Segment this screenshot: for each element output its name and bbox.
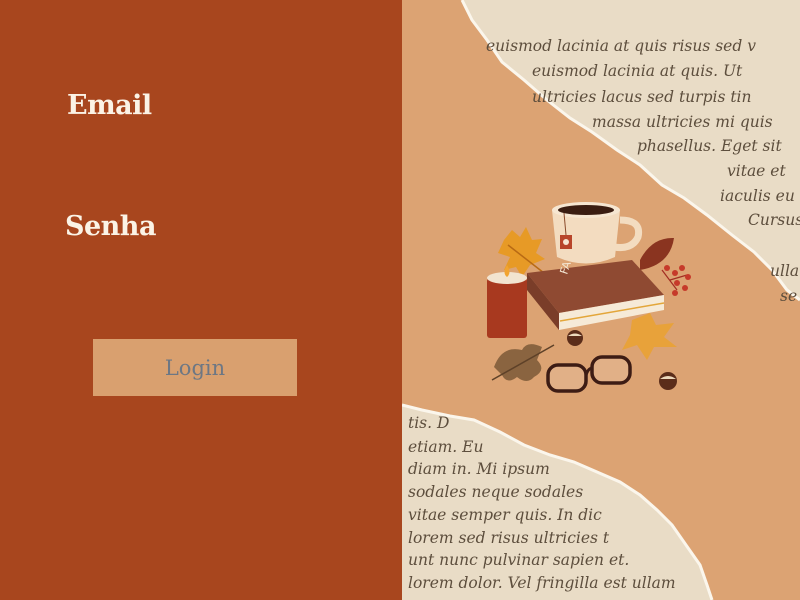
collage-text-line: lorem sed risus ultricies t: [408, 529, 610, 547]
login-button[interactable]: Login: [93, 339, 297, 396]
collage-text-line: phasellus. Eget sit: [637, 137, 782, 155]
email-label: Email: [67, 90, 152, 121]
candle-icon: [487, 265, 527, 338]
collage-text-line: iaculis eu: [720, 187, 795, 205]
collage-text-line: lorem dolor. Vel fringilla est ullam: [408, 574, 676, 592]
autumn-leaf-icon: [491, 344, 555, 381]
collage-text-line: vitae semper quis. In dic: [408, 506, 602, 524]
collage-text-line: unt nunc pulvinar sapien et.: [408, 551, 630, 569]
glasses-icon: [546, 355, 632, 393]
email-input[interactable]: [65, 132, 339, 162]
decorative-collage: euismod lacinia at quis risus sed v euis…: [402, 0, 800, 600]
collage-text-line: ullam: [770, 262, 800, 280]
collage-text-line: se: [780, 287, 798, 305]
autumn-still-life-illustration: FA POE: [487, 202, 691, 393]
senha-label: Senha: [65, 211, 156, 242]
login-panel: Email Senha Login: [0, 0, 402, 600]
collage-text-line: Cursus: [748, 211, 800, 229]
collage-text-line: tis. D: [408, 414, 450, 432]
collage-text-line: sodales neque sodales: [408, 483, 584, 501]
autumn-leaf-icon: [622, 313, 677, 360]
autumn-leaf-icon: [640, 237, 674, 270]
senha-input[interactable]: [65, 253, 339, 283]
collage-text-line: vitae et: [727, 162, 786, 180]
berries-icon: [661, 265, 691, 296]
collage-text-line: euismod lacinia at quis. Ut: [532, 62, 743, 80]
collage-text-line: etiam. Eu: [408, 438, 484, 456]
collage-text-line: ultricies lacus sed turpis tin: [532, 88, 752, 106]
collage-text-line: diam in. Mi ipsum: [408, 460, 550, 478]
collage-text-line: euismod lacinia at quis risus sed v: [486, 37, 756, 55]
coffee-cup-icon: [552, 202, 643, 264]
collage-text-line: massa ultricies mi quis: [592, 113, 773, 131]
